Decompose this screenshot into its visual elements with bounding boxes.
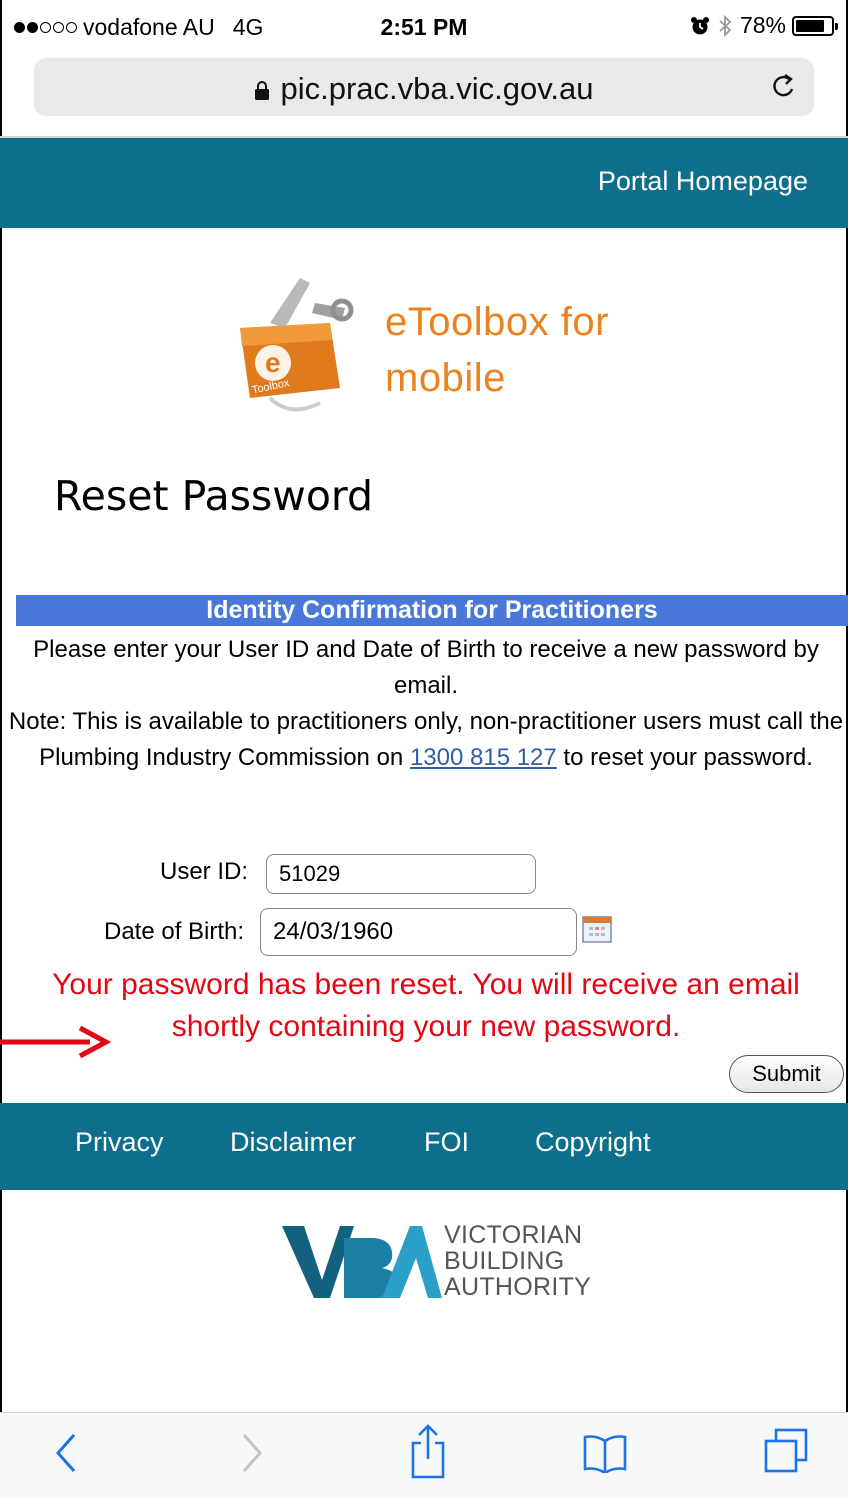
- footer-link-privacy[interactable]: Privacy: [75, 1127, 164, 1158]
- note-after: to reset your password.: [563, 744, 813, 771]
- calendar-icon[interactable]: [582, 914, 612, 944]
- site-footer: Privacy Disclaimer FOI Copyright: [0, 1103, 848, 1190]
- forward-icon[interactable]: [238, 1431, 266, 1475]
- share-icon[interactable]: [410, 1423, 446, 1479]
- alarm-icon: [690, 16, 709, 34]
- success-message: Your password has been reset. You will r…: [52, 968, 800, 1043]
- footer-link-disclaimer[interactable]: Disclaimer: [230, 1127, 356, 1158]
- user-id-input[interactable]: [266, 854, 536, 894]
- logo-line-2: mobile: [385, 356, 506, 400]
- vba-logo: VICTORIAN BUILDING AUTHORITY: [282, 1218, 602, 1308]
- red-arrow-annotation: [0, 1025, 112, 1059]
- page-title: Reset Password: [54, 472, 374, 520]
- back-icon[interactable]: [52, 1431, 80, 1475]
- portal-homepage-link[interactable]: Portal Homepage: [598, 166, 808, 197]
- vba-line-1: VICTORIAN: [444, 1221, 583, 1249]
- tabs-icon[interactable]: [762, 1427, 810, 1475]
- phone-link[interactable]: 1300 815 127: [410, 744, 557, 771]
- status-right: 78%: [690, 12, 838, 39]
- footer-link-foi[interactable]: FOI: [424, 1127, 469, 1158]
- badge-letter: e: [265, 347, 281, 378]
- status-bar: vodafone AU 4G 2:51 PM 78%: [0, 0, 848, 56]
- logo-text: eToolbox for mobile: [385, 294, 609, 406]
- submit-button[interactable]: Submit: [729, 1055, 844, 1093]
- vba-line-2: BUILDING: [444, 1247, 565, 1275]
- vba-mark: [282, 1226, 442, 1298]
- reload-icon[interactable]: [770, 71, 798, 101]
- bluetooth-icon: [719, 14, 732, 37]
- user-id-label: User ID:: [160, 858, 249, 885]
- dob-input[interactable]: [260, 908, 577, 956]
- battery-icon: [792, 15, 838, 36]
- url-text: pic.prac.vba.vic.gov.au: [280, 71, 594, 106]
- identity-heading: Identity Confirmation for Practitioners: [16, 595, 848, 626]
- logo-line-1: eToolbox for: [385, 300, 609, 344]
- url-display[interactable]: pic.prac.vba.vic.gov.au: [34, 71, 814, 107]
- browser-toolbar: [0, 1412, 848, 1498]
- toolbox-icon: e Toolbox: [240, 278, 354, 412]
- instructions-text: Please enter your User ID and Date of Bi…: [33, 636, 819, 699]
- vba-wordmark: VICTORIAN BUILDING AUTHORITY: [444, 1222, 591, 1300]
- etoolbox-logo: e Toolbox eToolbox for mobile: [230, 268, 650, 418]
- dob-label: Date of Birth:: [104, 918, 245, 945]
- battery-percent: 78%: [739, 12, 786, 38]
- bookmarks-icon[interactable]: [582, 1433, 628, 1473]
- lock-icon: [255, 80, 270, 100]
- vba-line-3: AUTHORITY: [444, 1273, 592, 1301]
- footer-link-copyright[interactable]: Copyright: [535, 1127, 651, 1158]
- site-header: Portal Homepage: [0, 138, 848, 228]
- address-bar[interactable]: pic.prac.vba.vic.gov.au: [34, 58, 814, 116]
- note-text: Note: This is available to practitioners…: [4, 704, 848, 776]
